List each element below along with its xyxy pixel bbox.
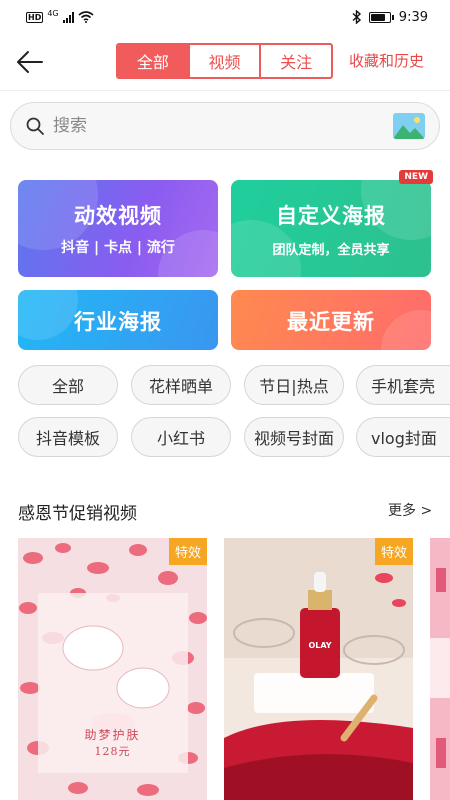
- motion-video-subtitle: 抖音 | 卡点 | 流行: [61, 240, 175, 256]
- more-link[interactable]: 更多 >: [388, 500, 432, 520]
- thumbnail-partial-background: [430, 538, 450, 800]
- page: { "status_bar": { "network": "HD", "netw…: [0, 0, 450, 800]
- motion-video-title: 动效视频: [74, 204, 162, 228]
- hd-badge: HD: [26, 11, 44, 23]
- category-chip-phone-case[interactable]: 手机套壳: [356, 365, 450, 405]
- favorites-history-link[interactable]: 收藏和历史: [349, 50, 424, 71]
- image-search-icon[interactable]: [393, 113, 425, 139]
- custom-poster-subtitle: 团队定制，全员共享: [272, 243, 390, 258]
- arrow-left-icon: [17, 51, 43, 73]
- bluetooth-icon: [352, 10, 361, 24]
- signal-icon: [62, 11, 74, 23]
- product-background: [224, 538, 413, 800]
- header-divider: [0, 90, 450, 91]
- category-chip-xiaohongshu[interactable]: 小红书: [131, 417, 231, 457]
- wifi-icon: [78, 11, 94, 23]
- category-chip-douyin[interactable]: 抖音模板: [18, 417, 118, 457]
- motion-video-card[interactable]: 动效视频 抖音 | 卡点 | 流行: [18, 180, 218, 277]
- category-chip-holiday[interactable]: 节日|热点: [244, 365, 344, 405]
- recent-updates-title: 最近更新: [287, 310, 375, 334]
- search-icon: [26, 117, 44, 135]
- video-thumbnail-1[interactable]: 特效 助梦护肤 128元: [18, 538, 207, 800]
- status-left: HD 4G: [26, 8, 94, 23]
- petal-background: [18, 538, 207, 800]
- video-thumbnail-2[interactable]: OLAY 特效: [224, 538, 413, 800]
- tab-video[interactable]: 视频: [187, 45, 260, 77]
- battery-icon: [368, 11, 394, 23]
- section-title: 感恩节促销视频: [18, 504, 137, 524]
- category-chip-showcase[interactable]: 花样晒单: [131, 365, 231, 405]
- video-thumbnail-3[interactable]: [430, 538, 450, 800]
- industry-poster-card[interactable]: 行业海报: [18, 290, 218, 350]
- recent-updates-card[interactable]: 最近更新: [231, 290, 431, 350]
- tab-all[interactable]: 全部: [118, 45, 188, 77]
- product-brand: OLAY: [308, 641, 332, 650]
- thumbnail-caption: 助梦护肤: [84, 728, 141, 742]
- effect-tag: 特效: [168, 538, 207, 565]
- search-input[interactable]: [53, 116, 393, 136]
- industry-poster-title: 行业海报: [74, 310, 162, 334]
- search-bar: [10, 102, 440, 150]
- status-bar: HD 4G 9:39: [0, 0, 450, 34]
- effect-tag: 特效: [374, 538, 413, 565]
- battery-fill: [370, 13, 385, 21]
- status-right: 9:39: [352, 10, 428, 25]
- category-chip-all[interactable]: 全部: [18, 365, 118, 405]
- back-button[interactable]: [14, 48, 46, 76]
- custom-poster-card[interactable]: NEW 自定义海报 团队定制，全员共享: [231, 170, 433, 277]
- header: 全部 视频 关注 收藏和历史: [0, 40, 450, 84]
- thumbnail-price: 128元: [94, 745, 131, 758]
- tab-follow[interactable]: 关注: [259, 45, 331, 77]
- network-type-label: 4G: [47, 8, 59, 18]
- custom-poster-title: 自定义海报: [276, 204, 386, 228]
- new-badge: NEW: [399, 170, 433, 184]
- category-chip-channel-cover[interactable]: 视频号封面: [244, 417, 344, 457]
- clock: 9:39: [398, 9, 428, 25]
- tab-switcher: 全部 视频 关注: [116, 43, 333, 79]
- category-chip-vlog-cover[interactable]: vlog封面: [356, 417, 450, 457]
